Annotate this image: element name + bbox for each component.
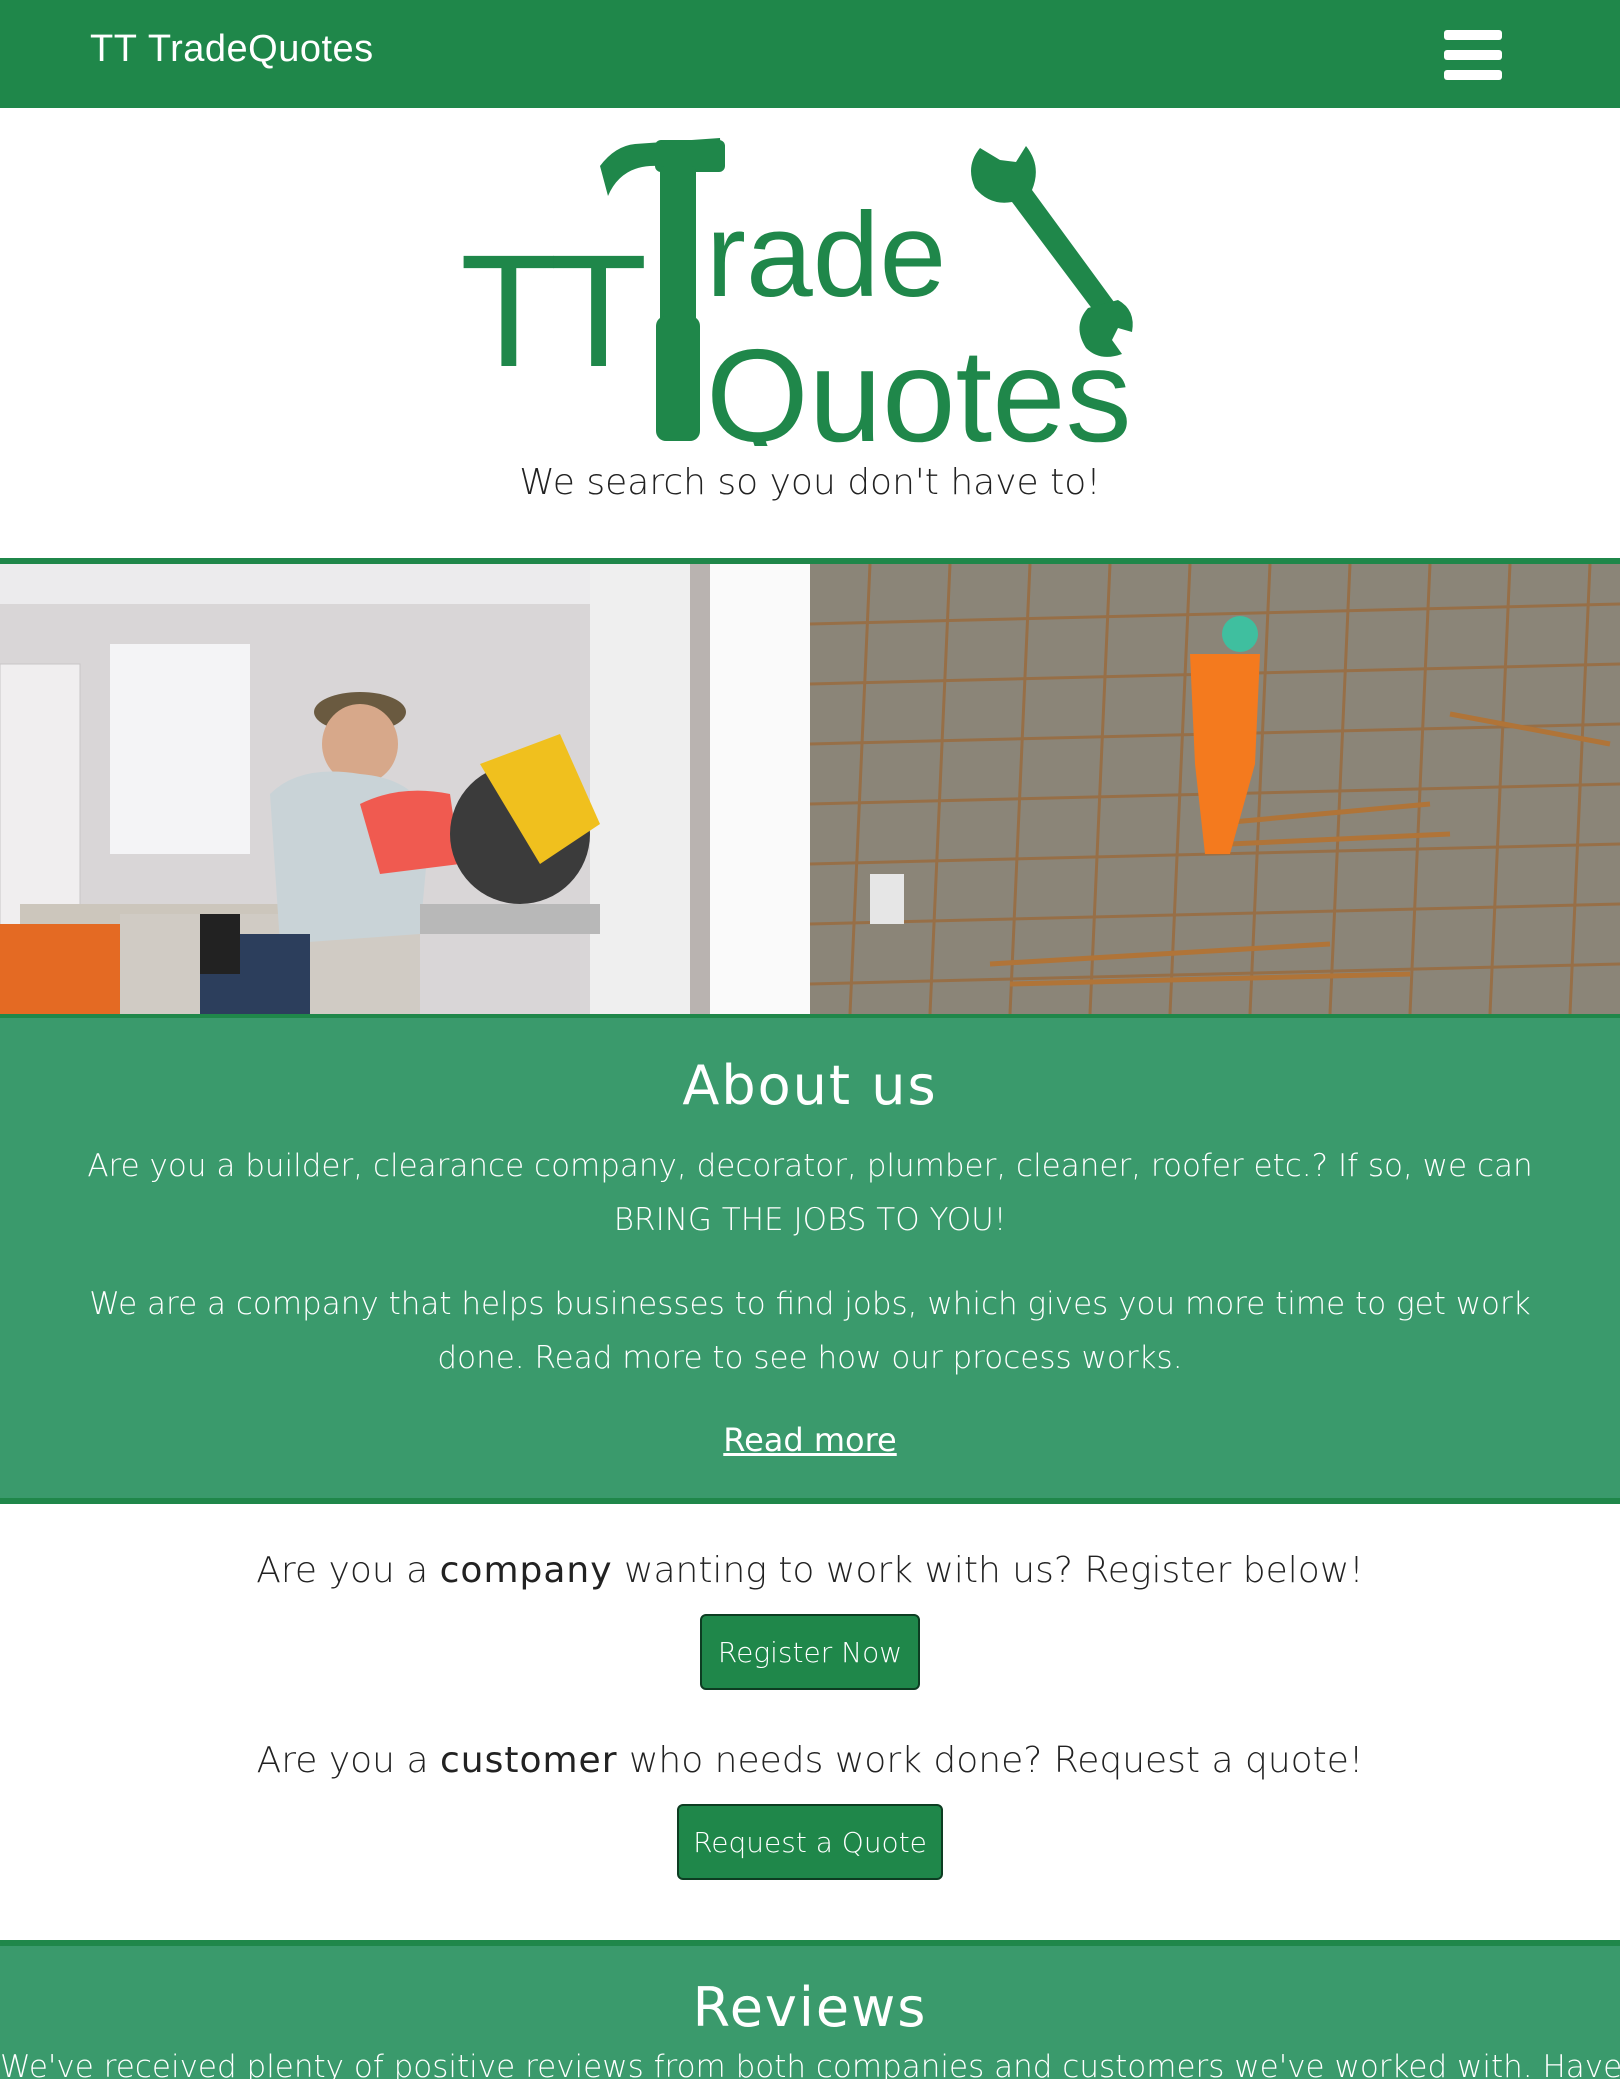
about-section: About us Are you a builder, clearance co…: [0, 1014, 1620, 1504]
company-prompt-emphasis: company: [439, 1550, 613, 1591]
company-prompt: Are you a company wanting to work with u…: [0, 1550, 1620, 1591]
customer-prompt-pre: Are you a: [256, 1740, 429, 1781]
company-prompt-post: wanting to work with us? Register below!: [624, 1550, 1364, 1591]
carpenters-mitre-saw-photo: [0, 564, 810, 1014]
tradequotes-logo: TT rade Quotes: [460, 138, 1133, 446]
about-title: About us: [682, 1054, 938, 1117]
customer-prompt: Are you a customer who needs work done? …: [0, 1740, 1620, 1781]
brand-name: TradeQuotes: [147, 28, 374, 70]
construction-worker-rebar-photo: [810, 564, 1620, 1014]
brand-link[interactable]: TT TradeQuotes: [90, 28, 374, 71]
company-prompt-pre: Are you a: [256, 1550, 429, 1591]
about-paragraph-1: Are you a builder, clearance company, de…: [87, 1148, 1533, 1238]
read-more-link[interactable]: Read more: [723, 1421, 896, 1459]
top-navbar: TT TradeQuotes: [0, 0, 1620, 108]
cta-section: Are you a company wanting to work with u…: [0, 1504, 1620, 1940]
about-paragraph-2: We are a company that helps businesses t…: [89, 1286, 1531, 1376]
customer-prompt-emphasis: customer: [439, 1740, 618, 1781]
reviews-title: Reviews: [692, 1976, 928, 2039]
logo-tt-text: TT: [460, 221, 645, 400]
logo-quotes-text: Quotes: [706, 322, 1132, 446]
reviews-intro-text: We've received plenty of positive review…: [0, 2049, 1620, 2079]
request-quote-button[interactable]: Request a Quote: [677, 1804, 943, 1880]
customer-prompt-post: who needs work done? Request a quote!: [628, 1740, 1364, 1781]
hamburger-menu-icon[interactable]: [1444, 30, 1504, 80]
logo-section: TT rade Quotes We search so you don't ha…: [0, 108, 1620, 560]
logo-rade-text: rade: [706, 188, 946, 322]
reviews-section: Reviews We've received plenty of positiv…: [0, 1940, 1620, 2079]
register-now-button[interactable]: Register Now: [700, 1614, 920, 1690]
tagline: We search so you don't have to!: [519, 462, 1101, 503]
brand-prefix: TT: [90, 28, 138, 70]
